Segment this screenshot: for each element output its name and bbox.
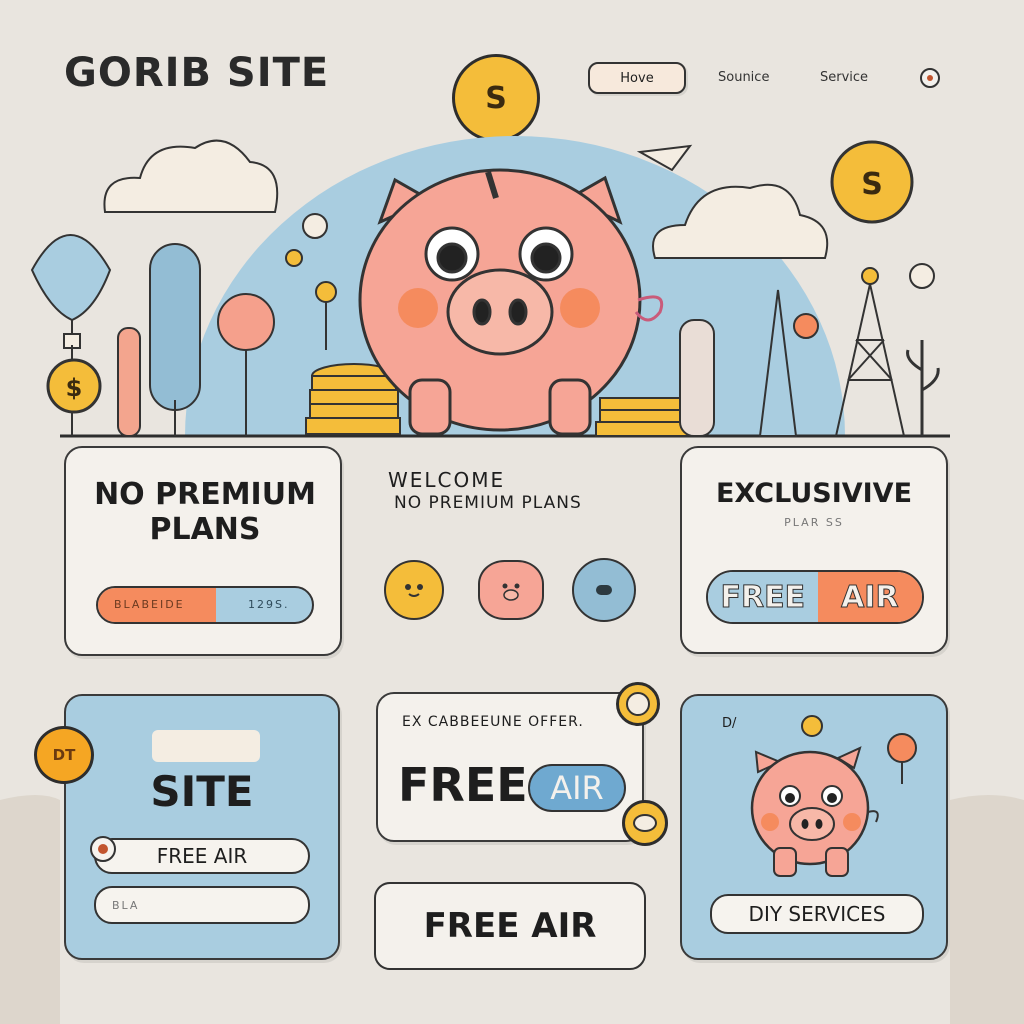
plan-progress-bar[interactable]: BLABEIDE 129S. [96,586,314,624]
orb-icon [909,263,935,289]
piggy-bank-small-icon [750,715,917,877]
orb-icon [302,213,328,239]
progress-right-label: 129S. [248,598,290,611]
card-site: SITE FREE AIR BLA [64,694,340,960]
blue-icon-button[interactable] [572,558,636,622]
air-segment: AIR [817,572,922,622]
card-diy-services: D/ DIY SERVICES [680,694,948,960]
bear-icon-button[interactable] [384,560,444,620]
pill-dot-icon [90,836,116,862]
bear-face-icon [405,584,423,597]
coin-top-icon [616,682,660,726]
card-exclusive: EXCLUSIVIVE PLAR SS FREE AIR [680,446,948,654]
free-air-pill[interactable]: FREE AIR [94,838,310,874]
button-label: FREE AIR [423,906,597,946]
offer-air-button[interactable]: AIR [528,764,626,812]
pillar-icon [117,327,141,437]
tower-icon [835,267,905,437]
piggy-icon-button[interactable] [478,560,544,620]
dot-icon [596,585,612,595]
progress-left-label: BLABEIDE [114,598,185,611]
card-title: EXCLUSIVIVE [715,478,913,509]
card-title: SITE [150,767,254,816]
welcome-line-1: WELCOME [388,468,506,492]
free-air-button[interactable]: FREE AIR [706,570,924,624]
pig-face-icon [502,583,520,601]
coin-stack-icon [595,397,693,437]
dt-badge: DT [34,726,94,784]
free-air-main-button[interactable]: FREE AIR [374,882,646,970]
offer-caption: EX CABBEEUNE OFFER. [402,714,584,730]
card-top-tag [152,730,260,762]
orb-icon [793,313,819,339]
hill-shape [0,795,60,1024]
card-offer: EX CABBEEUNE OFFER. FREE AIR [376,692,644,842]
svg-text:S: S [861,167,883,202]
plant-icon [906,340,940,436]
pill-label: FREE AIR [156,844,248,868]
cloud-icon [103,139,279,213]
secondary-pill[interactable]: BLA [94,886,310,924]
coin-sign-icon: $ [46,358,102,414]
free-segment: FREE [708,572,818,622]
card-no-premium-plans: NO PREMIUM PLANS BLABEIDE 129S. [64,446,342,656]
card-subtitle: PLAR SS [784,516,844,529]
coin-bottom-icon [622,800,668,846]
diy-services-button[interactable]: DIY SERVICES [710,894,924,934]
pill-label: BLA [112,898,140,912]
button-label: DIY SERVICES [748,902,886,926]
pillar-icon [679,319,715,437]
orb-icon [285,249,303,267]
welcome-line-2: NO PREMIUM PLANS [394,493,582,513]
offer-free-text: FREE [398,758,528,812]
card-caption: D/ [722,716,737,731]
coin-icon: S [830,140,914,224]
svg-text:$: $ [66,374,83,402]
air-label: AIR [550,769,604,807]
badge-label: DT [52,746,76,764]
card-title: NO PREMIUM PLANS [94,477,316,547]
hill-shape [950,795,1024,1024]
